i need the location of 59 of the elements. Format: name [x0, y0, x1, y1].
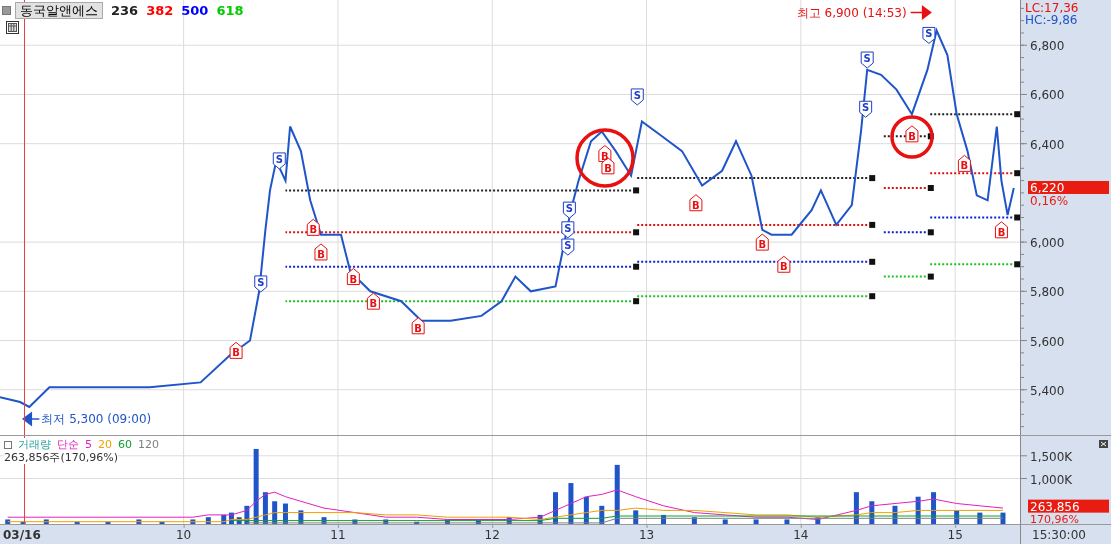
legend-label: 5 [85, 438, 92, 451]
signal-letter: B [414, 322, 422, 334]
current-price-tag: 6,220 [1028, 181, 1109, 195]
signal-letter: B [960, 160, 969, 172]
signal-letter: B [309, 224, 318, 236]
signal-letter: B [349, 273, 358, 285]
volume-ratio: 170,96% [1030, 512, 1079, 526]
hc-value: HC:-9,86 [1025, 13, 1078, 27]
lc-value: LC:17,36 [1025, 1, 1079, 15]
time-label: 15:30:00 [1032, 528, 1086, 542]
signal-letter: S [565, 203, 573, 215]
signal-letter: B [604, 162, 612, 174]
axis-tick-label: 1,000K [1030, 472, 1073, 487]
axis-tick-label: 11 [330, 528, 346, 542]
axis-tick-label: 13 [638, 528, 655, 542]
low-price-label: 최저 5,300 (09:00) [22, 411, 152, 426]
date-label: 03/16 [3, 528, 41, 542]
legend-label: 60 [118, 438, 132, 451]
axis-tick-label: 12 [484, 528, 500, 542]
signal-letter: S [863, 53, 871, 65]
signal-letter: S [925, 28, 933, 40]
signal-letter: S [275, 153, 283, 165]
signal-letter: B [369, 298, 378, 310]
legend-label: 거래량 [18, 438, 51, 451]
signal-letter: B [758, 239, 767, 251]
signal-letter: B [317, 248, 325, 260]
axis-tick-label: 1,500K [1030, 449, 1073, 464]
axis-tick-label: 5,400 [1030, 383, 1065, 398]
signal-letter: S [633, 89, 641, 101]
level-value: 382 [146, 3, 174, 18]
signal-letter: S [257, 276, 265, 288]
level-value: 236 [111, 3, 139, 18]
signal-letter: B [908, 130, 916, 142]
volume-summary: 263,856주(170,96%) [4, 451, 118, 464]
axis-tick-label: 5,800 [1030, 285, 1065, 300]
axis-tick-label: 15 [947, 528, 963, 542]
signal-letter: B [601, 150, 609, 162]
axis-tick-label: 6,800 [1030, 39, 1065, 54]
level-value: 500 [181, 3, 209, 18]
legend-label: 120 [138, 438, 159, 451]
axis-tick-label: 6,600 [1030, 88, 1065, 103]
axis-tick-label: 10 [176, 528, 192, 542]
signal-letter: S [862, 102, 870, 114]
price-change: 0,16% [1030, 194, 1069, 208]
level-value: 618 [216, 3, 244, 18]
current-volume-tag: 263,856 [1028, 499, 1109, 514]
signal-letter: B [692, 199, 700, 211]
axis-tick-label: 6,000 [1030, 236, 1065, 251]
legend-label: 20 [98, 438, 112, 451]
signal-letter: S [564, 240, 572, 252]
signal-letter: B [997, 226, 1006, 238]
signal-letter: S [564, 222, 572, 234]
high-price-label: 최고 6,900 (14:53) [796, 5, 932, 20]
axis-tick-label: 14 [793, 528, 809, 542]
signal-letter: B [780, 261, 788, 273]
axis-tick-label: 5,600 [1030, 334, 1065, 349]
signal-letter: B [232, 347, 240, 359]
legend-label: 단순 [57, 438, 79, 451]
axis-tick-label: 6,400 [1030, 137, 1065, 152]
